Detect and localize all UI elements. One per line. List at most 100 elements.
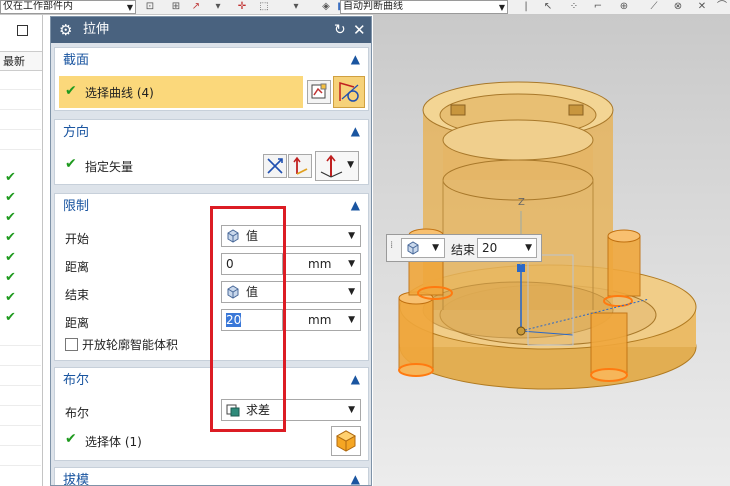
z-axis-label: Z	[518, 197, 525, 208]
chevron-up-icon[interactable]: ▲	[351, 198, 360, 212]
pointer-icon[interactable]: ↖	[542, 1, 554, 12]
quadrant-icon[interactable]: ⊗	[672, 1, 684, 12]
curve-rule-text: 自动判断曲线	[343, 1, 403, 12]
curve-rule-button[interactable]	[333, 76, 365, 108]
check-icon: ✔	[5, 230, 16, 245]
start-label: 开始	[65, 232, 90, 246]
float-type-select[interactable]: ▼	[401, 238, 445, 258]
chevron-up-icon[interactable]: ▲	[351, 372, 360, 386]
boolean-title: 布尔	[63, 373, 90, 388]
check-icon: ✔	[5, 310, 16, 325]
chevron-down-icon[interactable]: ▾	[212, 1, 224, 12]
intersection-icon[interactable]: ✕	[696, 1, 708, 12]
open-profile-label: 开放轮廓智能体积	[82, 338, 179, 352]
float-end-value: 20	[482, 241, 498, 255]
direction-title: 方向	[63, 125, 90, 140]
select-filter-icon[interactable]: ⊞	[170, 1, 182, 12]
float-end-input[interactable]: 20 ▼	[477, 238, 537, 258]
solid-body-icon	[335, 430, 357, 452]
gear-icon[interactable]: ⚙	[59, 20, 72, 40]
select-body-button[interactable]	[331, 426, 361, 456]
tangent-icon[interactable]: ⌒	[716, 1, 728, 12]
reverse-direction-icon	[267, 158, 283, 174]
check-icon: ✔	[5, 290, 16, 305]
draft-header[interactable]: 拔模 ▲	[55, 468, 368, 486]
sketch-section-button[interactable]	[307, 80, 331, 104]
close-icon[interactable]: ✕	[353, 19, 366, 41]
end-unit-select[interactable]: mm ▼	[283, 309, 361, 331]
top-toolbar: 仅在工作部件内 ▼ ⊡ ⊞ ↗ ▾ ✛ ⬚ ▾ ◈ ■ 自动判断曲线 ▼ | ↖…	[0, 0, 730, 15]
chevron-up-icon[interactable]: ▲	[351, 472, 360, 485]
vector-icon	[293, 156, 308, 175]
draft-title: 拔模	[63, 473, 90, 486]
dialog-title: 拉伸	[83, 22, 110, 37]
point-snap-icon[interactable]: ✛	[236, 1, 248, 12]
select-curve-label: 选择曲线 (4)	[85, 86, 154, 100]
drag-handle-icon[interactable]: ⁞	[390, 240, 393, 251]
navigator-row-divider	[0, 465, 41, 466]
inferred-vector-dropdown[interactable]: ▼	[315, 151, 359, 181]
start-distance-label: 距离	[65, 260, 90, 274]
chevron-down-icon: ▼	[498, 3, 505, 12]
vector-dialog-button[interactable]	[288, 154, 312, 178]
restore-icon[interactable]	[17, 25, 28, 36]
chevron-down-icon: ▼	[525, 243, 532, 253]
reverse-direction-button[interactable]	[263, 154, 287, 178]
float-end-label: 结束	[451, 243, 476, 257]
navigator-row-divider	[0, 365, 41, 366]
chevron-down-icon[interactable]: ▾	[290, 1, 302, 12]
check-icon: ✔	[65, 431, 77, 447]
navigator-row-divider	[0, 89, 41, 90]
chevron-down-icon: ▼	[348, 405, 355, 415]
start-unit-value: mm	[308, 257, 332, 271]
assembly-scope-text: 仅在工作部件内	[3, 1, 73, 12]
assembly-scope-combo[interactable]: 仅在工作部件内 ▼	[0, 0, 136, 14]
check-icon: ✔	[65, 156, 77, 172]
chevron-up-icon[interactable]: ▲	[351, 52, 360, 66]
open-profile-checkbox[interactable]	[65, 338, 78, 351]
chevron-down-icon: ▼	[348, 287, 355, 297]
check-icon: ✔	[5, 210, 16, 225]
navigator-row-divider	[0, 109, 41, 110]
chevron-up-icon[interactable]: ▲	[351, 124, 360, 138]
line-point-icon[interactable]: ⟋	[648, 1, 660, 12]
end-distance-label: 距离	[65, 316, 90, 330]
select-curve-row[interactable]: ✔ 选择曲线 (4)	[59, 76, 303, 108]
section-header[interactable]: 截面 ▲	[55, 48, 368, 74]
start-unit-select[interactable]: mm ▼	[283, 253, 361, 275]
value-cube-icon	[407, 241, 419, 255]
check-icon: ✔	[5, 250, 16, 265]
dialog-title-bar: ⚙ 拉伸 ↻ ✕	[51, 17, 371, 43]
navigator-row-divider	[0, 425, 41, 426]
boolean-label: 布尔	[65, 406, 90, 420]
reset-icon[interactable]: ↻	[334, 19, 346, 41]
box-select-icon[interactable]: ⬚	[258, 1, 270, 12]
navigator-row-divider	[0, 405, 41, 406]
highlight-annotation-box	[210, 206, 286, 432]
specify-vector-label: 指定矢量	[85, 160, 134, 174]
chevron-down-icon: ▼	[347, 160, 354, 170]
part-navigator: 最新 ✔ ✔ ✔ ✔ ✔ ✔ ✔ ✔	[0, 15, 43, 486]
snap-point-icon[interactable]: ⌐	[592, 1, 604, 12]
cube-icon[interactable]: ◈	[320, 1, 332, 12]
navigator-row-divider	[0, 385, 41, 386]
navigator-row-divider	[0, 129, 41, 130]
chevron-down-icon: ▼	[348, 315, 355, 325]
orient-icon[interactable]: ↗	[190, 1, 202, 12]
direction-header[interactable]: 方向 ▲	[55, 120, 368, 146]
separator-icon: |	[524, 1, 528, 12]
section-panel: 截面 ▲ ✔ 选择曲线 (4)	[54, 47, 369, 111]
chevron-down-icon: ▼	[348, 259, 355, 269]
curve-rule-combo[interactable]: 自动判断曲线 ▼	[340, 0, 508, 14]
curve-select-icon	[339, 82, 359, 102]
direction-panel: 方向 ▲ ✔ 指定矢量 ▼	[54, 119, 369, 185]
dynamic-input-bar: ⁞ ▼ 结束 20 ▼	[386, 234, 542, 262]
navigator-row-divider	[0, 345, 41, 346]
inferred-vector-icon	[320, 154, 343, 178]
arc-center-icon[interactable]: ⊕	[618, 1, 630, 12]
navigator-row-divider	[0, 445, 41, 446]
snap-icon[interactable]: ⊡	[144, 1, 156, 12]
check-icon: ✔	[65, 83, 77, 99]
scatter-icon[interactable]: ⁘	[568, 1, 580, 12]
navigator-column-header[interactable]: 最新	[0, 51, 42, 71]
